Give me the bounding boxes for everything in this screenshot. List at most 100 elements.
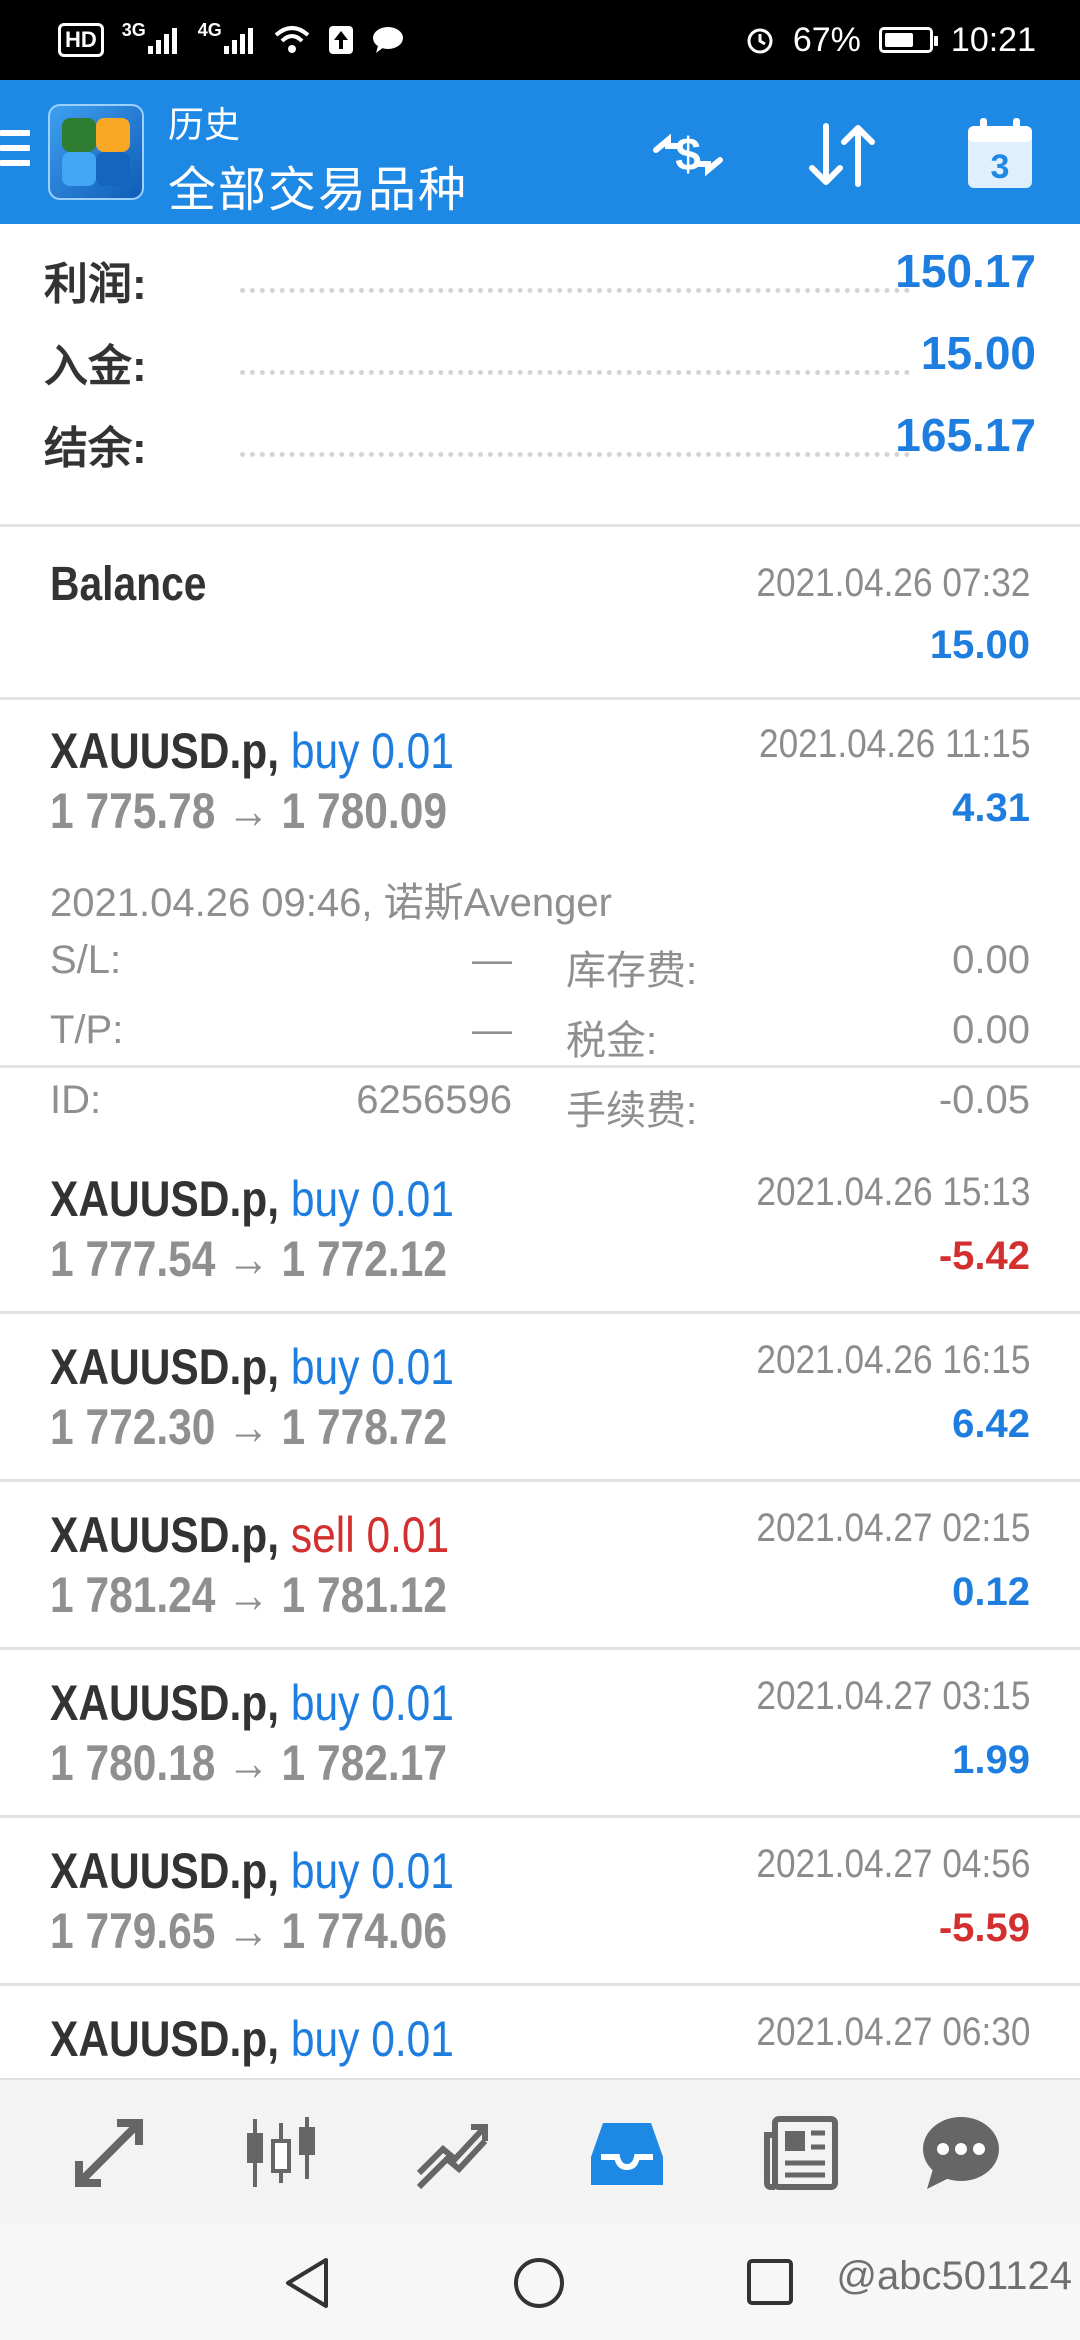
summary-value: 165.17 xyxy=(895,409,1036,461)
newspaper-icon xyxy=(764,2116,838,2190)
divider xyxy=(0,1815,1080,1818)
divider xyxy=(0,1479,1080,1482)
trade-profit: 4.31 xyxy=(952,786,1030,830)
summary-label: 结余: xyxy=(44,424,147,473)
recents-icon[interactable] xyxy=(746,2258,794,2311)
trade-row[interactable]: XAUUSD.p, buy 0.01 1 772.30 → 1 778.72 202… xyxy=(0,1316,1080,1482)
history-tab[interactable] xyxy=(582,2110,672,2196)
summary-dots xyxy=(240,452,910,457)
balance-amount: 15.00 xyxy=(929,623,1030,667)
trade-symbol: XAUUSD.p, buy 0.01 xyxy=(50,1842,454,1900)
summary-panel: 利润: 150.17 入金: 15.00 结余: 165.17 xyxy=(0,230,1080,476)
divider xyxy=(0,1983,1080,1986)
news-tab[interactable] xyxy=(756,2110,846,2196)
summary-row: 入金: 15.00 xyxy=(0,312,1080,394)
trade-profit: 0.12 xyxy=(952,1570,1030,1614)
sl-label: S/L: xyxy=(50,938,122,982)
battery-fill xyxy=(884,33,913,47)
battery-icon xyxy=(878,27,938,53)
summary-value: 15.00 xyxy=(920,327,1036,379)
app-logo[interactable] xyxy=(48,104,144,200)
home-icon[interactable] xyxy=(512,2256,566,2315)
summary-value: 150.17 xyxy=(895,245,1036,297)
trade-direction: buy 0.01 xyxy=(290,2011,454,2067)
inbox-icon xyxy=(591,2123,663,2185)
signal-icon: 3G xyxy=(122,20,180,54)
symbol-text: XAUUSD.p, xyxy=(50,723,280,779)
trade-row[interactable]: XAUUSD.p, buy 0.01 1 777.54 → 1 772.12 202… xyxy=(0,1148,1080,1314)
balance-row[interactable]: Balance 2021.04.26 07:32 15.00 xyxy=(0,527,1080,697)
sort-icon[interactable] xyxy=(802,120,882,190)
trade-prices: 1 775.78 → 1 780.09 xyxy=(50,783,447,839)
status-bar: HD 3G 4G 67% 10:21 xyxy=(0,0,1080,80)
trade-symbol: XAUUSD.p, buy 0.01 xyxy=(50,1674,454,1732)
open-time-line: 2021.04.26 09:46, 诺斯Avenger xyxy=(50,881,612,925)
symbol-text: XAUUSD.p, xyxy=(50,1843,280,1899)
signal-icon-2: 4G xyxy=(198,20,256,54)
summary-label: 利润: xyxy=(44,260,147,309)
fee-label: 手续费: xyxy=(566,1089,698,1133)
symbol-text: XAUUSD.p, xyxy=(50,1507,280,1563)
balance-time: 2021.04.26 07:32 xyxy=(755,561,1030,605)
summary-row: 结余: 165.17 xyxy=(0,394,1080,476)
summary-dots xyxy=(240,288,910,293)
quotes-tab[interactable] xyxy=(64,2110,154,2196)
summary-row: 利润: 150.17 xyxy=(0,230,1080,312)
divider xyxy=(0,1647,1080,1650)
candlestick-icon xyxy=(247,2117,315,2187)
trade-prices: 1 779.65 → 1 774.06 xyxy=(50,1903,447,1959)
trade-tab[interactable] xyxy=(408,2110,498,2196)
trade-prices: 1 772.30 → 1 778.72 xyxy=(50,1399,447,1455)
status-left: HD 3G 4G xyxy=(58,20,404,57)
status-right: 67% 10:21 xyxy=(745,21,1036,60)
trade-profit: -5.42 xyxy=(938,1234,1030,1278)
calendar-icon[interactable]: 3 xyxy=(962,116,1042,188)
trade-close-time: 2021.04.27 02:15 xyxy=(755,1506,1030,1550)
swap-value: 0.00 xyxy=(952,938,1030,982)
trade-direction: buy 0.01 xyxy=(290,1675,454,1731)
network-type-label: 3G xyxy=(121,19,146,40)
arrows-icon xyxy=(75,2119,143,2187)
summary-label: 入金: xyxy=(44,342,147,391)
app-bar: 历史 全部交易品种 $ 3 xyxy=(0,80,1080,224)
chat-icon xyxy=(923,2117,999,2189)
hd-icon: HD xyxy=(58,23,104,57)
trade-prices: 1 780.18 → 1 782.17 xyxy=(50,1735,447,1791)
back-icon[interactable] xyxy=(282,2256,332,2315)
menu-icon[interactable] xyxy=(0,130,30,174)
deposit-withdraw-icon[interactable]: $ xyxy=(648,120,728,190)
trade-symbol: XAUUSD.p, buy 0.01 xyxy=(50,1170,454,1228)
trade-profit: 6.42 xyxy=(952,1402,1030,1446)
trend-icon xyxy=(416,2124,488,2190)
page-title[interactable]: 全部交易品种 xyxy=(168,150,468,220)
svg-text:$: $ xyxy=(675,128,701,180)
trade-profit: -5.59 xyxy=(938,1906,1030,1950)
tax-value: 0.00 xyxy=(952,1008,1030,1052)
trade-direction: buy 0.01 xyxy=(290,723,454,779)
symbol-text: XAUUSD.p, xyxy=(50,2011,280,2067)
trade-profit: 1.99 xyxy=(952,1738,1030,1782)
swap-label: 库存费: xyxy=(566,949,698,993)
clock: 10:21 xyxy=(950,20,1036,59)
trade-direction: buy 0.01 xyxy=(290,1843,454,1899)
trade-symbol: XAUUSD.p, buy 0.01 xyxy=(50,1338,454,1396)
chart-tab[interactable] xyxy=(236,2110,326,2196)
summary-dots xyxy=(240,370,910,375)
trade-direction: buy 0.01 xyxy=(290,1171,454,1227)
symbol-text: XAUUSD.p, xyxy=(50,1171,280,1227)
bottom-navigation xyxy=(0,2078,1080,2224)
trade-prices: 1 777.54 → 1 772.12 xyxy=(50,1231,447,1287)
trade-close-time: 2021.04.27 04:56 xyxy=(755,1842,1030,1886)
trade-close-time: 2021.04.27 03:15 xyxy=(755,1674,1030,1718)
messages-tab[interactable] xyxy=(916,2110,1006,2196)
trade-row[interactable]: XAUUSD.p, buy 0.01 1 779.65 → 1 774.06 202… xyxy=(0,1820,1080,1986)
id-value: 6256596 xyxy=(356,1078,512,1122)
trade-row[interactable]: XAUUSD.p, sell 0.01 1 781.24 → 1 781.12 20… xyxy=(0,1484,1080,1650)
trade-row[interactable]: XAUUSD.p, buy 0.01 1 780.18 → 1 782.17 202… xyxy=(0,1652,1080,1818)
alarm-icon xyxy=(745,25,775,55)
balance-label: Balance xyxy=(50,558,207,611)
trade-row[interactable]: XAUUSD.p, buy 0.01 1 775.78 → 1 780.09 202… xyxy=(0,700,1080,1133)
tax-label: 税金: xyxy=(566,1019,658,1063)
message-icon xyxy=(372,26,404,54)
system-navigation: @abc501124 xyxy=(0,2224,1080,2340)
